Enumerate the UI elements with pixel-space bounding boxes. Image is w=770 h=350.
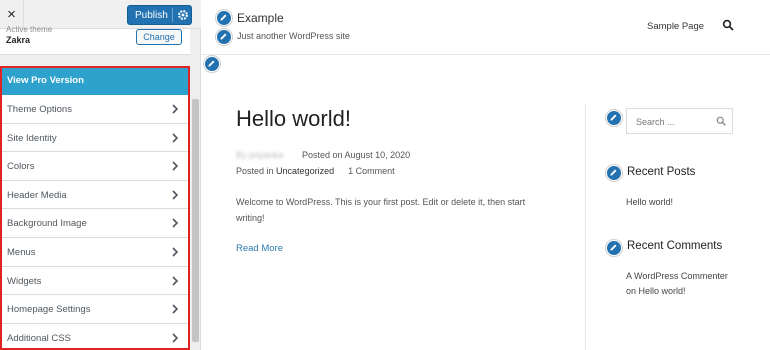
category-link[interactable]: Uncategorized	[276, 166, 334, 176]
panel-item-label: Site Identity	[7, 132, 57, 144]
panel-item-label: Background Image	[7, 218, 87, 230]
post-meta: Posted in Uncategorized 1 Comment	[236, 166, 395, 176]
nav-item-sample-page[interactable]: Sample Page	[647, 21, 704, 32]
panel-item-additional-css[interactable]: Additional CSS	[0, 323, 190, 350]
post-title[interactable]: Hello world!	[236, 106, 351, 132]
chevron-right-icon	[172, 333, 179, 343]
view-pro-version-button[interactable]: View Pro Version	[0, 66, 190, 95]
read-more-link[interactable]: Read More	[236, 243, 283, 254]
chevron-right-icon	[172, 304, 179, 314]
panel-item-homepage-settings[interactable]: Homepage Settings	[0, 295, 190, 324]
customizer-screen: × Publish Active theme Zakra Change View…	[0, 0, 770, 350]
panel-item-colors[interactable]: Colors	[0, 152, 190, 181]
panel-item-label: Additional CSS	[7, 332, 71, 344]
recent-comment: A WordPress Commenter on Hello world!	[626, 269, 736, 299]
sidebar-scrollbar[interactable]	[192, 99, 199, 342]
site-header: Example Just another WordPress site Samp…	[202, 0, 770, 55]
chevron-right-icon	[172, 133, 179, 143]
chevron-right-icon	[172, 218, 179, 228]
customizer-sidebar: × Publish Active theme Zakra Change View…	[0, 0, 201, 350]
content-divider	[585, 103, 586, 350]
recent-posts-title: Recent Posts	[627, 166, 696, 178]
panel-item-label: Theme Options	[7, 104, 72, 115]
theme-name: Zakra	[6, 35, 31, 45]
panel-item-label: Menus	[7, 247, 36, 258]
posted-on-label: Posted on	[302, 150, 343, 160]
panel-item-site-identity[interactable]: Site Identity	[0, 123, 190, 153]
search-input[interactable]: Search ...	[626, 108, 733, 134]
panel-item-header-media[interactable]: Header Media	[0, 180, 190, 210]
panel-item-menus[interactable]: Menus	[0, 238, 190, 267]
edit-pencil-icon[interactable]	[606, 110, 622, 126]
panel-item-label: Header Media	[7, 189, 67, 201]
publish-label: Publish	[135, 10, 168, 21]
site-preview: Example Just another WordPress site Samp…	[202, 0, 770, 350]
chevron-right-icon	[172, 104, 179, 114]
chevron-right-icon	[172, 161, 179, 171]
edit-pencil-icon[interactable]	[606, 165, 622, 181]
active-theme-label: Active theme	[6, 25, 53, 34]
edit-pencil-icon[interactable]	[204, 56, 220, 72]
site-tagline: Just another WordPress site	[237, 31, 350, 41]
chevron-right-icon	[172, 276, 179, 286]
publish-button[interactable]: Publish	[127, 5, 192, 25]
chevron-right-icon	[172, 190, 179, 200]
site-title[interactable]: Example	[237, 11, 284, 25]
comment-author-link[interactable]: A WordPress Commenter	[626, 271, 728, 281]
post-date: Posted on August 10, 2020	[302, 150, 410, 160]
recent-comments-title: Recent Comments	[627, 240, 723, 252]
comment-post-link[interactable]: Hello world!	[639, 286, 686, 296]
comment-on-text: on	[626, 286, 637, 296]
chevron-right-icon	[172, 247, 179, 257]
panel-item-widgets[interactable]: Widgets	[0, 266, 190, 296]
edit-pencil-icon[interactable]	[216, 10, 232, 26]
panel-item-label: Colors	[7, 161, 35, 173]
gear-icon[interactable]	[176, 8, 190, 22]
edit-pencil-icon[interactable]	[606, 240, 622, 256]
search-icon[interactable]	[716, 116, 726, 126]
recent-post-link[interactable]: Hello world!	[626, 195, 673, 210]
panel-item-label: Widgets	[7, 275, 42, 287]
post-excerpt: Welcome to WordPress. This is your first…	[236, 197, 526, 223]
view-pro-label: View Pro Version	[7, 75, 84, 86]
comments-link[interactable]: 1 Comment	[348, 166, 395, 176]
posted-in-label: Posted in	[236, 166, 274, 176]
panel-item-theme-options[interactable]: Theme Options	[0, 95, 190, 124]
post-author: By priyanka	[236, 150, 284, 160]
date-link[interactable]: August 10, 2020	[345, 150, 411, 160]
publish-divider	[172, 8, 173, 22]
active-theme-section: Active theme Zakra Change	[0, 25, 190, 55]
search-placeholder: Search ...	[636, 117, 675, 127]
change-theme-button[interactable]: Change	[136, 29, 182, 45]
panel-item-background-image[interactable]: Background Image	[0, 209, 190, 238]
customizer-panel-list: View Pro Version Theme Options Site Ident…	[0, 66, 190, 350]
panel-item-label: Homepage Settings	[7, 304, 91, 316]
edit-pencil-icon[interactable]	[216, 29, 232, 45]
search-icon[interactable]	[722, 19, 734, 31]
